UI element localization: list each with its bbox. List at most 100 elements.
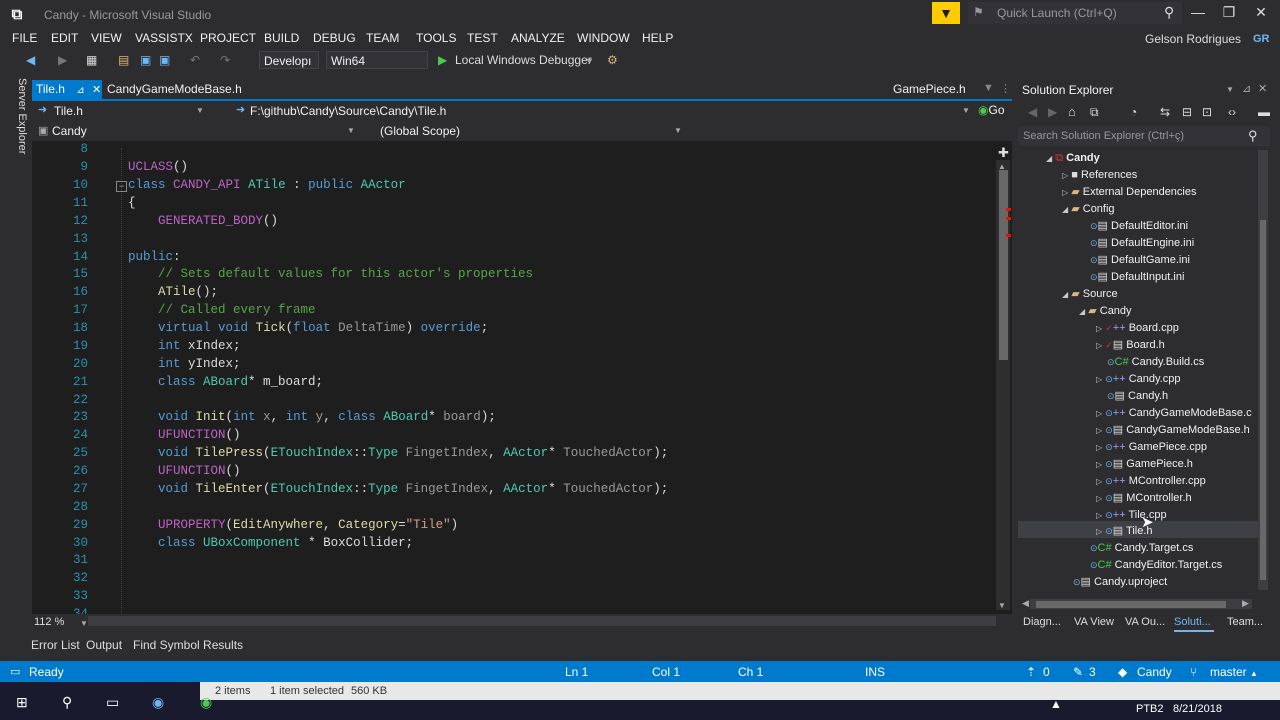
tab-error-list[interactable]: Error List [31, 638, 80, 652]
vassistx-app-icon[interactable]: ◉ [152, 694, 164, 711]
scroll-left-icon[interactable]: ◀ [1022, 598, 1029, 609]
solution-explorer-search[interactable]: Search Solution Explorer (Ctrl+ç) ⚲ [1018, 126, 1270, 146]
split-icon[interactable]: ✚ [998, 145, 1009, 161]
tree-item-defaultgame-ini[interactable]: ⊙▤ DefaultGame.ini [1090, 252, 1190, 269]
tab-list-icon[interactable]: ⋮ [1000, 82, 1011, 95]
menu-vassistx[interactable]: VASSISTX [135, 31, 193, 45]
history-icon[interactable]: ◔ [1130, 105, 1137, 119]
undo-icon[interactable]: ↶ [190, 53, 200, 67]
menu-tools[interactable]: TOOLS [416, 31, 456, 45]
code-icon[interactable]: ‹› [1228, 105, 1236, 119]
menu-view[interactable]: VIEW [91, 31, 122, 45]
tree-item-candygamemodebase-cpp[interactable]: ▷ ⊙++ CandyGameModeBase.c [1096, 405, 1252, 422]
menu-build[interactable]: BUILD [264, 31, 299, 45]
tab-tile-h[interactable]: Tile.h ⊿ ✕ [32, 80, 102, 99]
file-combo[interactable]: ➜ Tile.h ▼ [32, 101, 210, 120]
chevron-down-icon[interactable]: ▼ [1226, 85, 1234, 94]
tab-va-view[interactable]: VA View [1074, 616, 1114, 628]
start-debug-button[interactable]: Local Windows Debugger [455, 53, 592, 67]
platform-select[interactable]: Win64 [326, 51, 428, 69]
tab-team-explorer[interactable]: Team... [1227, 616, 1263, 628]
collapse-icon[interactable]: − [116, 181, 127, 192]
search-icon[interactable]: ⚲ [62, 694, 72, 711]
save-all-icon[interactable]: ▣ [159, 53, 170, 67]
repo-icon[interactable]: ◆ [1118, 665, 1127, 679]
forward-icon[interactable]: ▶ [1048, 105, 1057, 119]
branch-dropdown-icon[interactable]: ▲ [1250, 669, 1258, 678]
path-combo[interactable]: ➜ F:\github\Candy\Source\Candy\Tile.h ▼ [232, 101, 972, 120]
tree-item-board-h[interactable]: ▷ ✓▤ Board.h [1096, 337, 1165, 354]
restore-icon[interactable]: ❐ [1214, 4, 1244, 21]
redo-icon[interactable]: ↷ [220, 53, 230, 67]
tab-overflow-icon[interactable]: ▼ [983, 82, 994, 94]
close-icon[interactable]: ✕ [1246, 4, 1276, 21]
user-avatar[interactable]: GR [1253, 33, 1273, 45]
show-all-files-icon[interactable]: ⊡ [1202, 105, 1212, 119]
pencil-icon[interactable]: ✎ [1073, 665, 1083, 679]
tree-item-candyeditor-target-cs[interactable]: ⊙C# CandyEditor.Target.cs [1090, 557, 1222, 574]
tab-find-symbol-results[interactable]: Find Symbol Results [133, 638, 243, 652]
project-scope-combo[interactable]: ▣ Candy ▼ [32, 122, 357, 140]
tab-solution-explorer[interactable]: Soluti... [1174, 616, 1211, 628]
tree-item-defaultengine-ini[interactable]: ⊙▤ DefaultEngine.ini [1090, 235, 1194, 252]
chrome-app-icon[interactable]: ◉ [200, 694, 212, 711]
pin-icon[interactable]: ⊿ [76, 85, 84, 96]
tab-gamepiece-h[interactable]: GamePiece.h [893, 80, 966, 99]
save-icon[interactable]: ▣ [140, 53, 151, 67]
tab-diagnostics[interactable]: Diagn... [1023, 616, 1061, 628]
tab-va-outline[interactable]: VA Ou... [1125, 616, 1165, 628]
quick-launch-input[interactable]: Quick Launch (Ctrl+Q) [997, 6, 1117, 20]
configuration-select[interactable]: Developı [259, 51, 319, 69]
tray-arrow-icon[interactable]: ▲ [1050, 697, 1062, 711]
zoom-level[interactable]: 112 % [34, 616, 64, 628]
tree-item-candy-h[interactable]: ⊙▤ Candy.h [1107, 388, 1168, 405]
start-debug-icon[interactable]: ▶ [438, 53, 447, 67]
start-icon[interactable]: ⊞ [16, 694, 28, 711]
notification-filter-icon[interactable]: ▼ [932, 2, 960, 24]
tree-item-candy-cpp[interactable]: ▷ ⊙++ Candy.cpp [1096, 371, 1180, 388]
flag-icon[interactable]: ⚑ [973, 5, 984, 19]
zoom-dropdown-icon[interactable]: ▼ [80, 619, 88, 628]
branch-icon[interactable]: ⑂ [1190, 665, 1197, 679]
menu-team[interactable]: TEAM [366, 31, 399, 45]
new-project-icon[interactable]: ▦ [86, 53, 97, 67]
tree-item-gamepiece-h[interactable]: ▷ ⊙▤ GamePiece.h [1096, 456, 1193, 473]
home-icon[interactable]: ⌂ [1068, 104, 1076, 119]
tab-candygamemodebase-h[interactable]: CandyGameModeBase.h [107, 80, 242, 99]
taskbar-date[interactable]: 8/21/2018 [1173, 703, 1222, 715]
branch-name[interactable]: master [1210, 665, 1247, 679]
editor-horizontal-scrollbar[interactable] [88, 616, 996, 626]
collapse-all-icon[interactable]: ⊟ [1182, 105, 1192, 119]
scrollbar-thumb[interactable] [999, 170, 1008, 360]
user-name[interactable]: Gelson Rodrigues [1145, 32, 1241, 46]
scroll-down-icon[interactable]: ▼ [998, 601, 1006, 610]
tree-item-mcontroller-cpp[interactable]: ▷ ⊙++ MController.cpp [1096, 473, 1206, 490]
search-input[interactable]: Search Solution Explorer (Ctrl+ç) [1023, 130, 1184, 142]
menu-file[interactable]: FILE [12, 31, 37, 45]
unpushed-count[interactable]: 0 [1043, 665, 1050, 679]
tree-item-candygamemodebase-h[interactable]: ▷ ⊙▤ CandyGameModeBase.h [1096, 422, 1250, 439]
scrollbar-thumb[interactable] [1036, 601, 1226, 608]
tree-item-candy-project[interactable]: ◢ ⧉ Candy [1046, 150, 1100, 167]
menu-test[interactable]: TEST [467, 31, 498, 45]
repository-name[interactable]: Candy [1137, 665, 1172, 679]
tree-item-references[interactable]: ▷ ■ References [1062, 167, 1137, 184]
search-icon[interactable]: ⚲ [1164, 4, 1174, 21]
pending-changes-count[interactable]: 3 [1089, 665, 1096, 679]
go-button[interactable]: ◉Go [978, 103, 1005, 117]
attach-icon[interactable]: ⚙ [607, 53, 618, 67]
input-language[interactable]: PTB2 [1136, 703, 1164, 715]
task-view-icon[interactable]: ▭ [106, 694, 119, 711]
sync-icon[interactable]: ⧉ [1090, 105, 1099, 120]
tree-item-candy-target-cs[interactable]: ⊙C# Candy.Target.cs [1090, 540, 1193, 557]
menu-analyze[interactable]: ANALYZE [511, 31, 565, 45]
menu-project[interactable]: PROJECT [200, 31, 256, 45]
tree-item-defaulteditor-ini[interactable]: ⊙▤ DefaultEditor.ini [1090, 218, 1188, 235]
back-icon[interactable]: ◀ [1028, 105, 1037, 119]
pin-icon[interactable]: ⊿ [1242, 82, 1251, 95]
tree-item-config[interactable]: ◢ ▰ Config [1062, 201, 1115, 218]
menu-help[interactable]: HELP [642, 31, 673, 45]
open-file-icon[interactable]: ▤ [118, 53, 129, 67]
tree-item-external-dependencies[interactable]: ▷ ▰ External Dependencies [1062, 184, 1197, 201]
tree-item-board-cpp[interactable]: ▷ ✓++ Board.cpp [1096, 320, 1179, 337]
